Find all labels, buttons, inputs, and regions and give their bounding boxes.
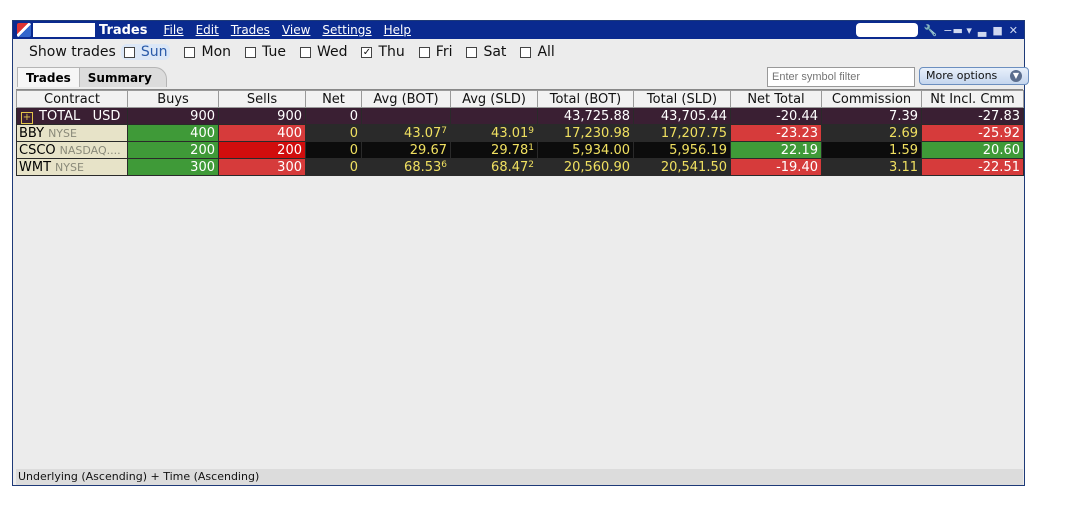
tab-summary[interactable]: Summary <box>78 67 167 87</box>
cell: 5,956.19 <box>633 141 731 159</box>
cell: -19.40 <box>730 158 822 176</box>
more-options-label: More options <box>926 69 998 82</box>
col-commission[interactable]: Commission <box>821 90 922 108</box>
cell: 2.69 <box>821 124 922 142</box>
expand-plus-icon[interactable]: + <box>21 111 33 124</box>
cell: 900 <box>218 107 306 125</box>
tab-trades[interactable]: Trades <box>17 67 80 87</box>
close-icon[interactable]: ✕ <box>1009 24 1018 37</box>
cell: 300 <box>127 158 219 176</box>
cell: 20.60 <box>921 141 1024 159</box>
cell: -20.44 <box>730 107 822 125</box>
day-thu-checkbox[interactable]: ✓ Thu <box>361 44 405 60</box>
cell: 0 <box>305 124 362 142</box>
cell: 200 <box>218 141 306 159</box>
menu-edit[interactable]: Edit <box>196 23 219 37</box>
col-avg-bot[interactable]: Avg (BOT) <box>361 90 451 108</box>
col-total-sld[interactable]: Total (SLD) <box>633 90 731 108</box>
menu-file[interactable]: File <box>163 23 183 37</box>
redacted-account <box>33 23 95 37</box>
trades-table: Contract Buys Sells Net Avg (BOT) Avg (S… <box>16 90 1024 176</box>
cell: 400 <box>218 124 306 142</box>
day-mon-checkbox[interactable]: Mon <box>184 44 231 60</box>
cell: 200 <box>127 141 219 159</box>
wrench-icon[interactable]: 🔧 <box>924 24 938 37</box>
title-bar[interactable]: Trades File Edit Trades View Settings He… <box>13 21 1024 39</box>
cell: 0 <box>305 141 362 159</box>
table-row[interactable]: BBY NYSE 400 400 0 43.077 43.019 17,230.9… <box>16 124 1024 142</box>
trades-grid: Contract Buys Sells Net Avg (BOT) Avg (S… <box>16 89 1024 468</box>
col-total-bot[interactable]: Total (BOT) <box>537 90 634 108</box>
day-all-checkbox[interactable]: All <box>520 44 555 60</box>
col-contract[interactable]: Contract <box>16 90 128 108</box>
cell: -22.51 <box>921 158 1024 176</box>
table-row[interactable]: CSCO NASDAQ.... 200 200 0 29.67 29.781 5,… <box>16 141 1024 159</box>
show-trades-bar: Show trades Sun Mon Tue Wed ✓ Thu Fri Sat… <box>29 42 569 62</box>
day-fri-checkbox[interactable]: Fri <box>418 44 452 60</box>
col-net-total[interactable]: Net Total <box>730 90 822 108</box>
col-net[interactable]: Net <box>305 90 362 108</box>
cell: 20,560.90 <box>537 158 634 176</box>
cell: 0 <box>305 158 362 176</box>
table-row[interactable]: WMT NYSE 300 300 0 68.536 68.472 20,560.9… <box>16 158 1024 176</box>
day-tue-checkbox[interactable]: Tue <box>245 44 286 60</box>
more-options-button[interactable]: More options ▼ <box>919 67 1029 85</box>
total-contract-cell: + TOTAL USD <box>16 107 128 125</box>
cell: -25.92 <box>921 124 1024 142</box>
contract-cell: BBY NYSE <box>16 124 128 142</box>
col-avg-sld[interactable]: Avg (SLD) <box>450 90 538 108</box>
menu-help[interactable]: Help <box>384 23 411 37</box>
cell: 17,230.98 <box>537 124 634 142</box>
cell: 22.19 <box>730 141 822 159</box>
menu-trades[interactable]: Trades <box>231 23 270 37</box>
day-wed-checkbox[interactable]: Wed <box>299 44 347 60</box>
cell: 43.019 <box>450 124 538 142</box>
redacted-field <box>855 23 918 37</box>
col-nt-incl-cmm[interactable]: Nt Incl. Cmm <box>921 90 1024 108</box>
contract-cell: CSCO NASDAQ.... <box>16 141 128 159</box>
col-sells[interactable]: Sells <box>218 90 306 108</box>
window-title: Trades <box>99 22 148 38</box>
status-bar: Underlying (Ascending) + Time (Ascending… <box>16 469 1023 485</box>
cell: 3.11 <box>821 158 922 176</box>
cell: 68.536 <box>361 158 451 176</box>
cell: 68.472 <box>450 158 538 176</box>
cell: 400 <box>127 124 219 142</box>
cell: 20,541.50 <box>633 158 731 176</box>
cell <box>361 107 451 125</box>
day-sun-checkbox[interactable]: Sun <box>120 44 171 60</box>
tab-strip: Trades Summary <box>17 67 167 87</box>
day-sat-checkbox[interactable]: Sat <box>466 44 506 60</box>
chevron-down-icon: ▼ <box>1010 70 1022 82</box>
cell: 29.67 <box>361 141 451 159</box>
cell: 17,207.75 <box>633 124 731 142</box>
pin-icon[interactable]: −▬ ▾ <box>943 24 972 37</box>
cell: 1.59 <box>821 141 922 159</box>
cell <box>450 107 538 125</box>
menu-settings[interactable]: Settings <box>322 23 371 37</box>
cell: 300 <box>218 158 306 176</box>
cell: 7.39 <box>821 107 922 125</box>
minimize-icon[interactable]: ▃ <box>978 24 986 37</box>
cell: 43.077 <box>361 124 451 142</box>
table-row-total[interactable]: + TOTAL USD 900 900 0 43,725.88 43,705.44… <box>16 107 1024 125</box>
cell: 5,934.00 <box>537 141 634 159</box>
cell: 43,705.44 <box>633 107 731 125</box>
cell: -23.23 <box>730 124 822 142</box>
trades-window: Trades File Edit Trades View Settings He… <box>12 20 1029 486</box>
app-logo-icon <box>17 23 31 37</box>
contract-cell: WMT NYSE <box>16 158 128 176</box>
symbol-filter-input[interactable] <box>767 67 915 87</box>
cell: 0 <box>305 107 362 125</box>
cell: 900 <box>127 107 219 125</box>
maximize-icon[interactable]: ■ <box>992 24 1002 37</box>
col-buys[interactable]: Buys <box>127 90 219 108</box>
cell: 43,725.88 <box>537 107 634 125</box>
show-trades-label: Show trades <box>29 44 116 60</box>
cell: 29.781 <box>450 141 538 159</box>
cell: -27.83 <box>921 107 1024 125</box>
header-row: Contract Buys Sells Net Avg (BOT) Avg (S… <box>16 90 1024 108</box>
menu-view[interactable]: View <box>282 23 310 37</box>
